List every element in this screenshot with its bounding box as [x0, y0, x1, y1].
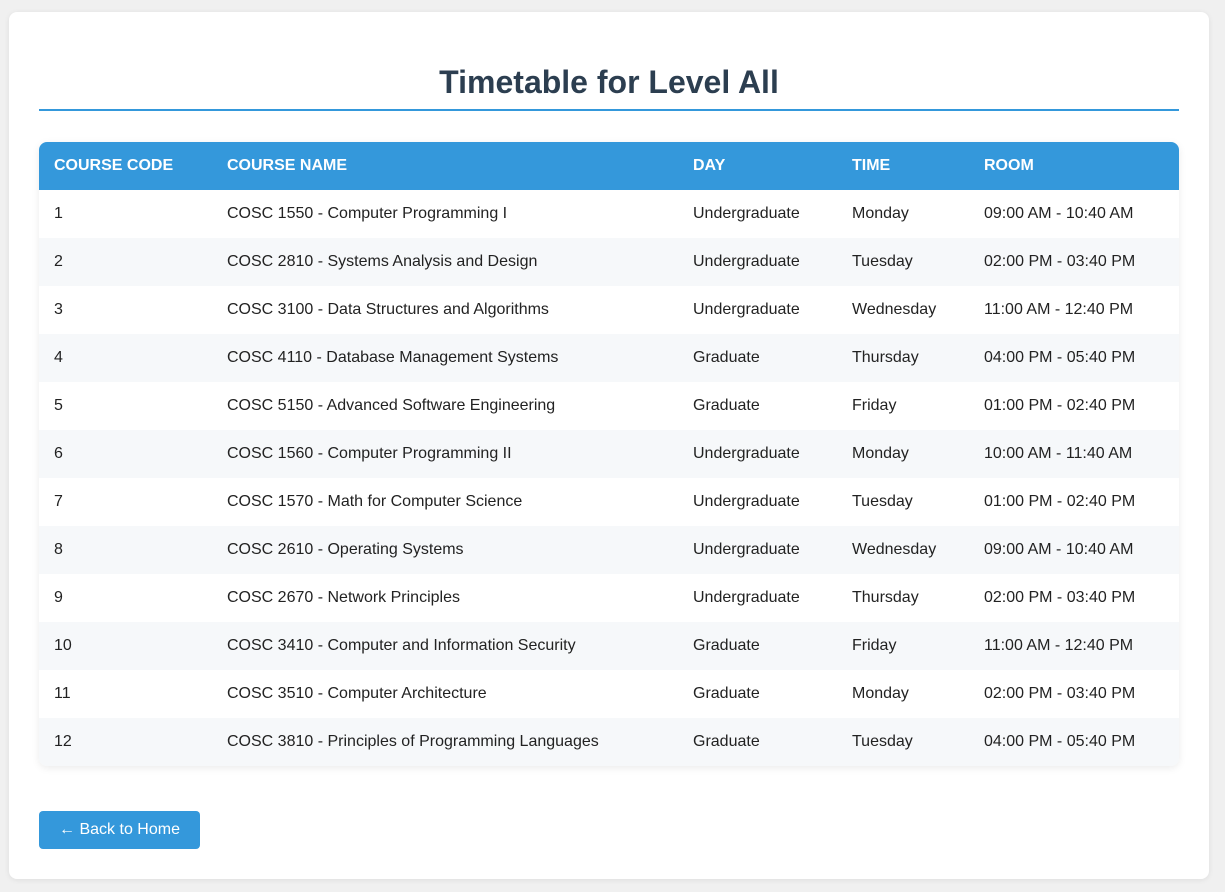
cell-course-name: COSC 3410 - Computer and Information Sec…: [227, 637, 576, 654]
cell-room: 04:00 PM - 05:40 PM: [984, 733, 1136, 750]
cell-course-code: 12: [54, 733, 72, 750]
cell-time: Tuesday: [852, 493, 913, 510]
table-body: 1 COSC 1550 - Computer Programming I Und…: [39, 190, 1179, 766]
cell-course-name: COSC 1570 - Math for Computer Science: [227, 493, 523, 510]
cell-time: Friday: [852, 397, 897, 414]
cell-course-code: 9: [54, 589, 63, 606]
cell-time: Thursday: [852, 589, 919, 606]
cell-room: 01:00 PM - 02:40 PM: [984, 493, 1136, 510]
cell-time: Wednesday: [852, 541, 937, 558]
content-card: Timetable for Level All Course Code Cour…: [9, 12, 1209, 879]
cell-day: Undergraduate: [693, 301, 800, 318]
cell-time: Friday: [852, 637, 897, 654]
cell-course-name: COSC 1550 - Computer Programming I: [227, 205, 508, 222]
table-row: 12 COSC 3810 - Principles of Programming…: [39, 718, 1179, 766]
cell-room: 02:00 PM - 03:40 PM: [984, 253, 1136, 270]
cell-time: Monday: [852, 205, 909, 222]
table-row: 9 COSC 2670 - Network Principles Undergr…: [39, 574, 1179, 622]
cell-course-code: 4: [54, 349, 63, 366]
table-header-row: Course Code Course Name Day Time Room: [39, 142, 1179, 190]
title-divider: [39, 109, 1179, 111]
cell-room: 10:00 AM - 11:40 AM: [984, 445, 1133, 462]
table-row: 3 COSC 3100 - Data Structures and Algori…: [39, 286, 1179, 334]
header-course-code: Course Code: [54, 157, 174, 174]
cell-course-code: 1: [54, 205, 63, 222]
cell-course-code: 3: [54, 301, 63, 318]
cell-course-name: COSC 3510 - Computer Architecture: [227, 685, 487, 702]
cell-room: 04:00 PM - 05:40 PM: [984, 349, 1136, 366]
cell-day: Graduate: [693, 349, 760, 366]
cell-day: Graduate: [693, 733, 760, 750]
cell-course-name: COSC 1560 - Computer Programming II: [227, 445, 512, 462]
timetable-container: Course Code Course Name Day Time Room 1 …: [39, 142, 1179, 766]
cell-day: Undergraduate: [693, 445, 800, 462]
cell-course-code: 10: [54, 637, 72, 654]
cell-day: Undergraduate: [693, 493, 800, 510]
cell-course-name: COSC 3100 - Data Structures and Algorith…: [227, 301, 549, 318]
table-row: 1 COSC 1550 - Computer Programming I Und…: [39, 190, 1179, 238]
back-to-home-button[interactable]: ← Back to Home: [39, 811, 200, 849]
cell-day: Undergraduate: [693, 205, 800, 222]
cell-course-name: COSC 4110 - Database Management Systems: [227, 349, 559, 366]
table-row: 8 COSC 2610 - Operating Systems Undergra…: [39, 526, 1179, 574]
page-title: Timetable for Level All: [439, 64, 779, 100]
table-row: 7 COSC 1570 - Math for Computer Science …: [39, 478, 1179, 526]
cell-day: Graduate: [693, 637, 760, 654]
header-room: Room: [984, 157, 1034, 174]
table-row: 5 COSC 5150 - Advanced Software Engineer…: [39, 382, 1179, 430]
cell-day: Graduate: [693, 397, 760, 414]
cell-room: 09:00 AM - 10:40 AM: [984, 205, 1134, 222]
header-time: Time: [852, 157, 891, 174]
timetable: Course Code Course Name Day Time Room 1 …: [39, 142, 1179, 766]
header-course-name: Course Name: [227, 157, 348, 174]
cell-time: Tuesday: [852, 733, 913, 750]
table-row: 2 COSC 2810 - Systems Analysis and Desig…: [39, 238, 1179, 286]
table-row: 10 COSC 3410 - Computer and Information …: [39, 622, 1179, 670]
table-row: 6 COSC 1560 - Computer Programming II Un…: [39, 430, 1179, 478]
table-row: 4 COSC 4110 - Database Management System…: [39, 334, 1179, 382]
cell-day: Undergraduate: [693, 589, 800, 606]
cell-course-code: 7: [54, 493, 63, 510]
cell-course-code: 11: [54, 685, 71, 702]
cell-course-name: COSC 2610 - Operating Systems: [227, 541, 464, 558]
cell-time: Monday: [852, 445, 909, 462]
cell-time: Monday: [852, 685, 909, 702]
cell-day: Undergraduate: [693, 253, 800, 270]
table-row: 11 COSC 3510 - Computer Architecture Gra…: [39, 670, 1179, 718]
cell-room: 11:00 AM - 12:40 PM: [984, 637, 1134, 654]
cell-day: Undergraduate: [693, 541, 800, 558]
header-day: Day: [693, 157, 726, 174]
cell-time: Tuesday: [852, 253, 913, 270]
cell-course-code: 5: [54, 397, 63, 414]
cell-course-name: COSC 2670 - Network Principles: [227, 589, 460, 606]
cell-course-name: COSC 5150 - Advanced Software Engineerin…: [227, 397, 556, 414]
cell-course-code: 2: [54, 253, 63, 270]
cell-room: 01:00 PM - 02:40 PM: [984, 397, 1136, 414]
cell-course-name: COSC 2810 - Systems Analysis and Design: [227, 253, 538, 270]
cell-course-code: 6: [54, 445, 63, 462]
cell-time: Thursday: [852, 349, 919, 366]
cell-room: 02:00 PM - 03:40 PM: [984, 685, 1136, 702]
cell-room: 11:00 AM - 12:40 PM: [984, 301, 1134, 318]
cell-course-code: 8: [54, 541, 63, 558]
cell-room: 02:00 PM - 03:40 PM: [984, 589, 1136, 606]
cell-room: 09:00 AM - 10:40 AM: [984, 541, 1134, 558]
cell-course-name: COSC 3810 - Principles of Programming La…: [227, 733, 599, 750]
cell-time: Wednesday: [852, 301, 937, 318]
cell-day: Graduate: [693, 685, 760, 702]
